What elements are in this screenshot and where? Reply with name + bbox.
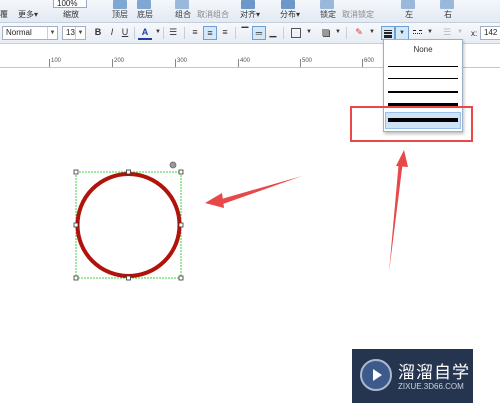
line-width-option[interactable]: [388, 78, 458, 79]
resize-handle[interactable]: [73, 275, 79, 281]
annotation-arrow-head: [396, 150, 408, 167]
resize-handle[interactable]: [178, 222, 184, 228]
annotation-highlight-box: [350, 106, 473, 142]
circle-shape[interactable]: [75, 172, 182, 278]
resize-handle[interactable]: [126, 275, 131, 281]
rotate-handle[interactable]: [169, 161, 177, 169]
resize-handle[interactable]: [73, 222, 79, 228]
resize-handle[interactable]: [178, 275, 184, 281]
watermark-name: 溜溜自学: [398, 363, 470, 383]
resize-handle[interactable]: [73, 169, 79, 175]
line-width-option[interactable]: [388, 91, 458, 93]
watermark-url: ZIXUE.3D66.COM: [398, 382, 464, 391]
line-width-option[interactable]: [388, 66, 458, 67]
resize-handle[interactable]: [126, 169, 131, 175]
line-none-option[interactable]: None: [384, 45, 462, 54]
resize-handle[interactable]: [178, 169, 184, 175]
annotation-arrow: [218, 176, 302, 205]
play-logo-icon: [360, 359, 392, 391]
annotation-arrow-head: [205, 193, 224, 208]
watermark: 溜溜自学 ZIXUE.3D66.COM: [352, 349, 473, 403]
selection-handles[interactable]: [73, 169, 184, 281]
annotation-arrow: [389, 160, 403, 272]
